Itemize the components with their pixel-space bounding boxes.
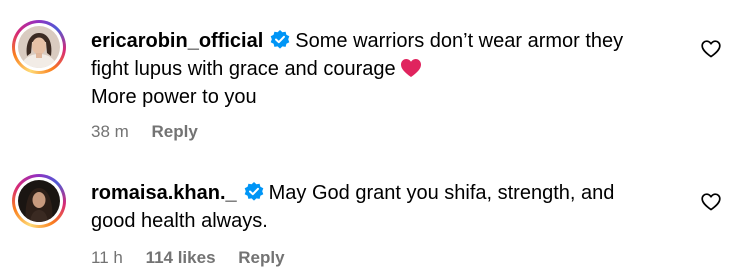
reply-button[interactable]: Reply <box>152 122 198 141</box>
comment-meta: 38 m Reply <box>91 122 216 142</box>
heart-outline-icon <box>701 193 721 211</box>
comment-text-line-1: May God grant you shifa, strength, and <box>268 182 615 204</box>
avatar[interactable] <box>18 180 60 222</box>
comment-item: ericarobin_official Some warriors don’t w… <box>0 0 731 150</box>
comment-likes-count[interactable]: 114 likes <box>146 248 216 267</box>
comment-meta: 11 h 114 likes Reply <box>91 248 303 268</box>
comment-text-line-3: More power to you <box>91 86 257 108</box>
like-comment-button[interactable] <box>701 40 721 58</box>
red-heart-emoji-icon <box>400 58 422 78</box>
avatar-image <box>18 180 60 222</box>
comment-timestamp[interactable]: 11 h <box>91 248 123 267</box>
avatar-story-ring[interactable] <box>12 174 66 228</box>
avatar-ring-gap <box>15 177 63 225</box>
comment-text-line-2: fight lupus with grace and courage <box>91 58 396 80</box>
reply-button[interactable]: Reply <box>238 248 284 267</box>
comment-body: romaisa.khan._ May God grant you shifa, s… <box>91 179 651 235</box>
comment-text-line-2: good health always. <box>91 210 268 232</box>
avatar[interactable] <box>18 26 60 68</box>
avatar-ring-gap <box>15 23 63 71</box>
heart-outline-icon <box>701 40 721 58</box>
comment-body: ericarobin_official Some warriors don’t w… <box>91 27 651 111</box>
avatar-story-ring[interactable] <box>12 20 66 74</box>
comment-timestamp[interactable]: 38 m <box>91 122 129 141</box>
comment-text-line-1: Some warriors don’t wear armor they <box>295 30 624 52</box>
like-comment-button[interactable] <box>701 193 721 211</box>
comment-item: romaisa.khan._ May God grant you shifa, s… <box>0 150 731 277</box>
verified-badge-icon <box>269 29 291 51</box>
avatar-image <box>18 26 60 68</box>
verified-badge-icon <box>243 181 265 203</box>
comment-username[interactable]: romaisa.khan._ <box>91 182 237 204</box>
comment-username[interactable]: ericarobin_official <box>91 30 263 52</box>
